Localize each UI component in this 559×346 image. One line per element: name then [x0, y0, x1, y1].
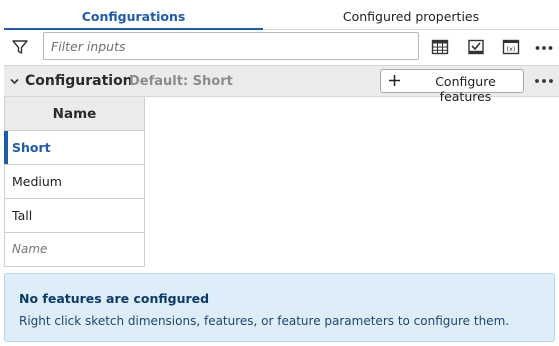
tab-configurations[interactable]: Configurations	[4, 0, 263, 30]
more-icon[interactable]	[534, 38, 554, 56]
checkbox-icon[interactable]	[467, 38, 485, 56]
configure-features-button[interactable]: Configure features	[380, 69, 524, 104]
tab-configured-properties[interactable]: Configured properties	[263, 0, 559, 30]
info-banner: No features are configured Right click s…	[4, 273, 555, 342]
more-icon[interactable]	[533, 75, 555, 87]
tab-bar: Configurations Configured properties	[0, 0, 559, 30]
default-configuration-label: Default: Short	[129, 74, 233, 89]
name-column-header: Name	[4, 97, 145, 131]
configuration-table: Name Short Medium Tall Name	[4, 97, 145, 267]
configuration-section-header: Configuration Default: Short Configure f…	[4, 65, 559, 104]
table-row[interactable]: Medium	[4, 165, 145, 199]
table-icon[interactable]	[431, 38, 449, 56]
info-title: No features are configured	[19, 291, 210, 306]
variable-icon[interactable]: (x)	[502, 38, 520, 56]
configure-features-label: Configure features	[435, 74, 496, 104]
filter-toolbar: (x)	[0, 31, 559, 62]
chevron-down-icon[interactable]	[9, 76, 20, 87]
table-row[interactable]: Short	[4, 131, 145, 165]
info-body: Right click sketch dimensions, features,…	[19, 314, 510, 328]
new-row-name-input[interactable]: Name	[4, 233, 145, 267]
table-row[interactable]: Tall	[4, 199, 145, 233]
filter-icon[interactable]	[11, 38, 29, 56]
section-title: Configuration	[25, 73, 133, 89]
plus-icon	[389, 75, 400, 86]
filter-inputs-field[interactable]	[43, 32, 419, 60]
tab-divider	[263, 29, 559, 30]
svg-text:(x): (x)	[507, 45, 516, 53]
